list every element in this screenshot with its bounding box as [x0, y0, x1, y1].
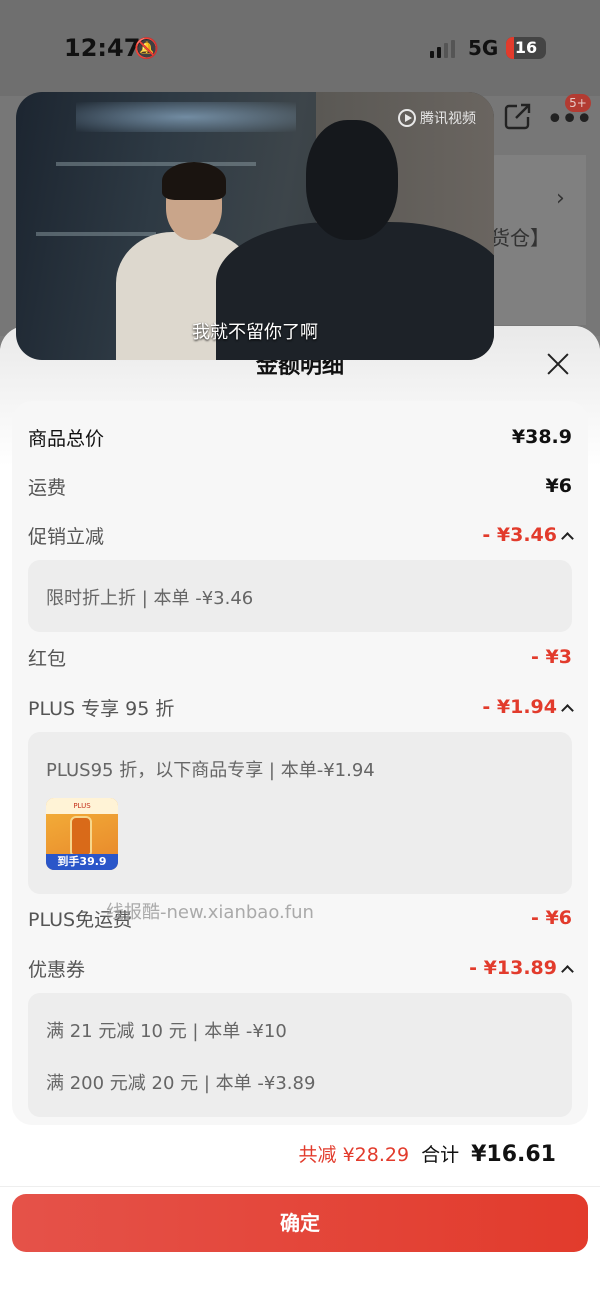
row-total: 商品总价 ¥38.9 [28, 426, 572, 450]
row-shipping: 运费 ¥6 [28, 475, 572, 499]
video-subtitle: 我就不留你了啊 [192, 322, 318, 343]
coupon-detail: 满 21 元减 10 元 | 本单 -¥10 满 200 元减 20 元 | 本… [28, 993, 572, 1117]
amount-detail-sheet: 金额明细 商品总价 ¥38.9 运费 ¥6 促销立减 - ¥3.46 限时折上折… [0, 326, 600, 1304]
video-pip[interactable]: 腾讯视频 我就不留你了啊 [16, 92, 494, 360]
chevron-up-icon[interactable] [561, 965, 574, 978]
network-type: 5G [468, 36, 499, 60]
tencent-video-logo: 腾讯视频 [398, 108, 476, 128]
row-red-packet: 红包 - ¥3 [28, 646, 572, 670]
watermark: 线报酷-new.xianbao.fun [106, 902, 314, 923]
status-bar: 12:47 🔕 5G 16 [0, 0, 600, 96]
more-badge: 5+ [565, 94, 591, 112]
row-coupon[interactable]: 优惠券 - ¥13.89 [28, 953, 574, 983]
battery-level: 16 [514, 38, 538, 57]
tencent-video-icon [398, 109, 416, 127]
plus95-detail: PLUS95 折，以下商品专享 | 本单-¥1.94 PLUS 到手39.9 [28, 732, 572, 894]
total-label: 合计 [421, 1144, 460, 1166]
video-brand: 腾讯视频 [420, 111, 476, 127]
confirm-button[interactable]: 确定 [12, 1194, 588, 1252]
divider [0, 1186, 600, 1187]
total-amount: ¥16.61 [471, 1142, 556, 1167]
background-card-text: 货仓】 [490, 226, 550, 250]
signal-icon [430, 40, 455, 58]
bell-mute-icon: 🔕 [134, 36, 159, 60]
row-plus95[interactable]: PLUS 专享 95 折 - ¥1.94 [28, 692, 574, 722]
total-saved: 共减 ¥28.29 [298, 1144, 410, 1166]
chevron-up-icon[interactable] [561, 704, 574, 717]
share-icon[interactable] [503, 101, 533, 131]
video-scene [76, 102, 296, 132]
close-icon[interactable] [546, 352, 570, 376]
chevron-up-icon[interactable] [561, 532, 574, 545]
row-promo[interactable]: 促销立减 - ¥3.46 [28, 520, 574, 550]
product-price: 到手39.9 [46, 854, 118, 870]
product-thumbnail[interactable]: PLUS 到手39.9 [46, 798, 118, 870]
price-breakdown-card: 商品总价 ¥38.9 运费 ¥6 促销立减 - ¥3.46 限时折上折 | 本单… [12, 401, 588, 1125]
promo-detail: 限时折上折 | 本单 -¥3.46 [28, 560, 572, 632]
bottle-icon [70, 816, 92, 856]
chevron-right-icon: › [556, 186, 565, 211]
battery-icon: 16 [506, 37, 546, 59]
status-time: 12:47 [64, 34, 141, 62]
totals: 共减 ¥28.29 合计 ¥16.61 [299, 1140, 556, 1167]
